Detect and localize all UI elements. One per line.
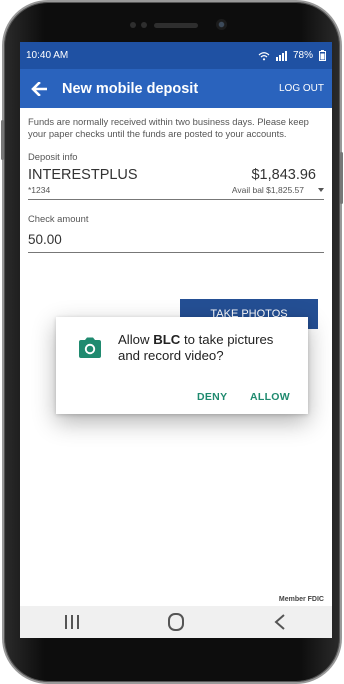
- power-button: [340, 152, 343, 204]
- status-bar: 10:40 AM 78%: [20, 42, 332, 69]
- funds-notice: Funds are normally received within two b…: [28, 116, 309, 139]
- app-name: BLC: [153, 332, 181, 347]
- recent-apps-icon[interactable]: [52, 606, 92, 638]
- allow-button[interactable]: ALLOW: [250, 391, 290, 403]
- logout-button[interactable]: LOG OUT: [279, 83, 324, 94]
- account-select[interactable]: INTERESTPLUS *1234 $1,843.96 Avail bal $…: [28, 167, 324, 200]
- permission-message: Allow BLC to take pictures and record vi…: [118, 332, 298, 364]
- navigation-bar: [20, 606, 332, 638]
- chevron-down-icon: [318, 187, 324, 192]
- wifi-icon: [258, 51, 270, 61]
- available-balance: Avail bal $1,825.57: [231, 184, 304, 195]
- phone-frame: 10:40 AM 78% New mobile deposit LOG OUT …: [1, 2, 343, 682]
- sensor-dot: [130, 22, 136, 28]
- permission-dialog: Allow BLC to take pictures and record vi…: [56, 317, 308, 414]
- status-icons: 78%: [258, 50, 326, 61]
- member-fdic-label: Member FDIC: [278, 596, 324, 603]
- account-balance: $1,843.96: [251, 166, 316, 183]
- check-amount-label: Check amount: [28, 212, 89, 224]
- account-name: INTERESTPLUS: [28, 166, 138, 183]
- camera-icon: [77, 336, 103, 360]
- back-arrow-icon[interactable]: [28, 78, 50, 100]
- deny-button[interactable]: DENY: [197, 391, 227, 403]
- permission-prefix: Allow: [118, 332, 154, 347]
- page-title: New mobile deposit: [62, 80, 199, 97]
- battery-icon: [319, 50, 326, 61]
- back-nav-icon[interactable]: [260, 606, 300, 638]
- sensor-dot: [141, 22, 147, 28]
- earpiece-speaker: [154, 23, 198, 28]
- home-icon[interactable]: [156, 606, 196, 638]
- front-camera: [216, 19, 227, 30]
- signal-icon: [275, 50, 287, 61]
- account-number: *1234: [28, 184, 51, 195]
- deposit-info-label: Deposit info: [28, 150, 78, 162]
- check-amount-input[interactable]: 50.00: [28, 232, 324, 253]
- deposit-form: Funds are normally received within two b…: [28, 116, 324, 253]
- app-bar: New mobile deposit LOG OUT: [20, 69, 332, 108]
- screen: 10:40 AM 78% New mobile deposit LOG OUT …: [20, 42, 332, 638]
- status-time: 10:40 AM: [26, 50, 69, 61]
- volume-button: [1, 120, 4, 160]
- battery-percent: 78%: [292, 50, 313, 61]
